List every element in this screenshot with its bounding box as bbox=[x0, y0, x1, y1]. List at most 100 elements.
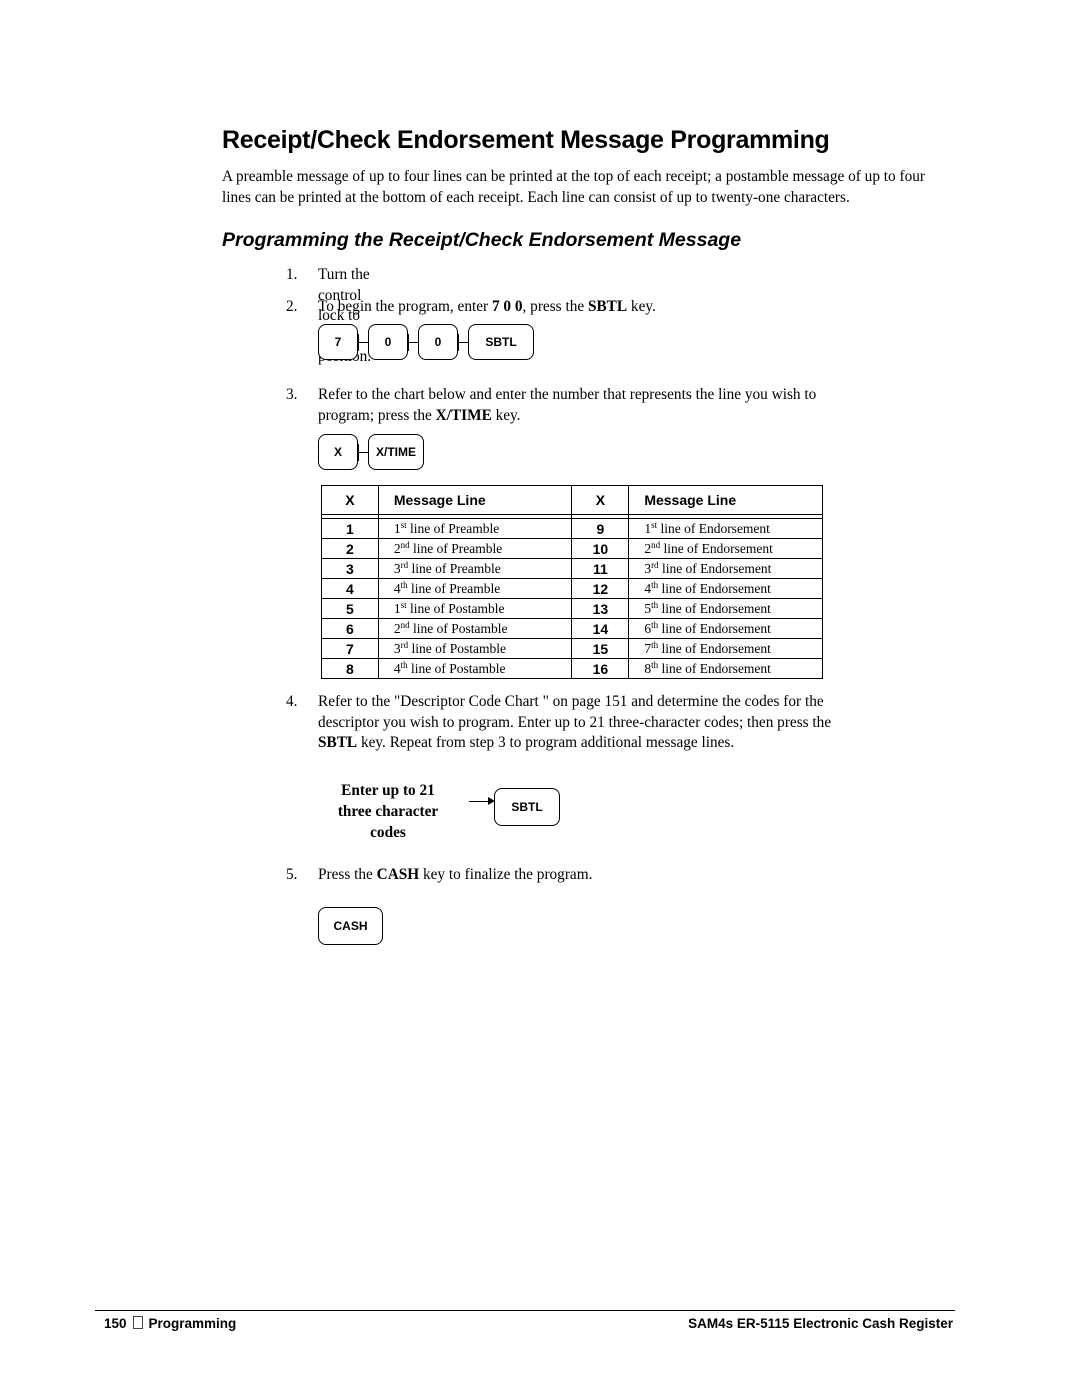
message-line-text: line of Endorsement bbox=[657, 520, 770, 536]
intro-paragraph: A preamble message of up to four lines c… bbox=[222, 168, 925, 206]
table-header-row: X Message Line X Message Line bbox=[321, 485, 823, 515]
step-keyword: 7 0 0 bbox=[491, 298, 523, 315]
step-number: 5. bbox=[286, 866, 298, 883]
cell-x: 6 bbox=[321, 618, 379, 639]
cell-message-line: 3rd line of Postamble bbox=[377, 638, 573, 659]
cell-message-line: 4th line of Preamble bbox=[377, 578, 573, 599]
ordinal-number: 4 bbox=[393, 580, 401, 596]
enter-codes-label: Enter up to 21 three character codes bbox=[318, 780, 458, 843]
key-0: 0 bbox=[418, 324, 458, 360]
message-line-table: X Message Line X Message Line 1 1st line … bbox=[321, 485, 823, 679]
key-sequence-step-2: 7 0 0 SBTL bbox=[318, 324, 534, 360]
enter-codes-label-line: three character bbox=[337, 803, 439, 820]
ordinal-number: 2 bbox=[393, 620, 401, 636]
table-row: 5 1st line of Postamble 13 5th line of Endo… bbox=[321, 598, 823, 619]
message-line-text: line of Preamble bbox=[407, 580, 501, 596]
key-sequence-step-5: CASH bbox=[318, 907, 383, 945]
key-7: 7 bbox=[318, 324, 358, 360]
message-line-text: line of Postamble bbox=[408, 640, 506, 656]
message-line-text: line of Preamble bbox=[406, 520, 500, 536]
ordinal-suffix: rd bbox=[400, 559, 409, 570]
cell-x: 13 bbox=[571, 598, 630, 619]
step-text-part: key. Repeat from step 3 to program addit… bbox=[357, 734, 735, 751]
cell-x: 4 bbox=[321, 578, 379, 599]
step-keyword: SBTL bbox=[318, 734, 358, 751]
message-line-text: line of Endorsement bbox=[658, 620, 771, 636]
step-text: To begin the program, enter 7 0 0, press… bbox=[318, 297, 656, 318]
cell-x: 11 bbox=[571, 558, 630, 579]
step-text-part: key. bbox=[627, 298, 656, 315]
cell-x: 7 bbox=[321, 638, 379, 659]
table-row: 1 1st line of Preamble 9 1st line of Endors… bbox=[321, 518, 823, 539]
step-text-part: key. bbox=[491, 406, 521, 424]
cell-x: 9 bbox=[571, 518, 630, 539]
ordinal-suffix: nd bbox=[400, 539, 410, 550]
ordinal-number: 1 bbox=[393, 520, 401, 536]
column-header-x: X bbox=[571, 485, 630, 515]
ordinal-suffix: nd bbox=[400, 619, 410, 630]
key-x-time: X/TIME bbox=[368, 434, 424, 470]
page-number: 150 bbox=[104, 1316, 127, 1331]
cell-message-line: 4th line of Endorsement bbox=[628, 578, 823, 599]
ordinal-number: 4 bbox=[393, 660, 401, 676]
key-connector bbox=[358, 333, 368, 351]
step-keyword: CASH bbox=[376, 866, 420, 883]
arrow-right-icon bbox=[469, 797, 495, 805]
step-number: 1. bbox=[286, 266, 298, 283]
cell-x: 15 bbox=[571, 638, 630, 659]
ordinal-suffix: rd bbox=[400, 639, 409, 650]
cell-message-line: 3rd line of Preamble bbox=[377, 558, 573, 579]
cell-message-line: 8th line of Endorsement bbox=[628, 658, 823, 679]
cell-x: 16 bbox=[571, 658, 630, 679]
ordinal-suffix: nd bbox=[651, 539, 661, 550]
message-line-text: line of Endorsement bbox=[658, 660, 771, 676]
cell-message-line: 1st line of Postamble bbox=[377, 598, 573, 619]
key-sbtl: SBTL bbox=[468, 324, 534, 360]
cell-x: 14 bbox=[571, 618, 630, 639]
message-line-text: line of Endorsement bbox=[658, 640, 771, 656]
message-line-text: line of Endorsement bbox=[658, 600, 771, 616]
message-line-text: line of Preamble bbox=[409, 540, 503, 556]
step-number: 3. bbox=[286, 386, 298, 403]
key-connector bbox=[458, 333, 468, 351]
cell-x: 1 bbox=[321, 518, 379, 539]
step-text: Press the CASH key to finalize the progr… bbox=[318, 865, 592, 886]
ordinal-number: 3 bbox=[393, 640, 401, 656]
column-header-message-line: Message Line bbox=[377, 485, 573, 515]
message-line-text: line of Endorsement bbox=[660, 540, 773, 556]
step-keyword: X/TIME bbox=[435, 406, 492, 424]
key-connector bbox=[408, 333, 418, 351]
message-line-text: line of Endorsement bbox=[658, 560, 772, 576]
bullet-box-icon bbox=[132, 1316, 143, 1329]
cell-message-line: 5th line of Endorsement bbox=[628, 598, 823, 619]
step-text-part: key to finalize the program. bbox=[419, 866, 593, 883]
cell-message-line: 1st line of Preamble bbox=[377, 518, 573, 539]
enter-codes-label-line: codes bbox=[370, 824, 406, 841]
ordinal-suffix: th bbox=[400, 659, 408, 670]
cell-message-line: 1st line of Endorsement bbox=[628, 518, 823, 539]
ordinal-suffix: rd bbox=[651, 559, 659, 570]
cell-message-line: 2nd line of Endorsement bbox=[628, 538, 823, 559]
cell-message-line: 4th line of Postamble bbox=[377, 658, 573, 679]
cell-x: 2 bbox=[321, 538, 379, 559]
cell-message-line: 6th line of Endorsement bbox=[628, 618, 823, 639]
column-header-x: X bbox=[321, 485, 379, 515]
cell-x: 8 bbox=[321, 658, 379, 679]
table-row: 7 3rd line of Postamble 15 7th line of Endo… bbox=[321, 638, 823, 659]
key-sequence-step-3: X X/TIME bbox=[318, 434, 424, 470]
message-line-text: line of Preamble bbox=[408, 560, 501, 576]
ordinal-suffix: th bbox=[400, 579, 408, 590]
manual-page: Receipt/Check Endorsement Message Progra… bbox=[0, 0, 1080, 1397]
ordinal-number: 1 bbox=[393, 600, 401, 616]
message-line-text: line of Postamble bbox=[406, 600, 505, 616]
ordinal-number: 3 bbox=[393, 560, 401, 576]
step-text-part: , press the bbox=[522, 298, 588, 315]
step-text-part: descriptor you wish to program. Enter up… bbox=[318, 713, 832, 731]
cell-message-line: 2nd line of Postamble bbox=[377, 618, 573, 639]
table-row: 8 4th line of Postamble 16 8th line of Endo… bbox=[321, 658, 823, 679]
key-cash: CASH bbox=[318, 907, 383, 945]
step-text-part: Refer to the "Descriptor Code Chart " on… bbox=[318, 693, 824, 710]
step-keyword: SBTL bbox=[587, 298, 628, 315]
column-header-message-line: Message Line bbox=[628, 485, 823, 515]
footer-product-name: SAM4s ER-5115 Electronic Cash Register bbox=[688, 1316, 953, 1331]
